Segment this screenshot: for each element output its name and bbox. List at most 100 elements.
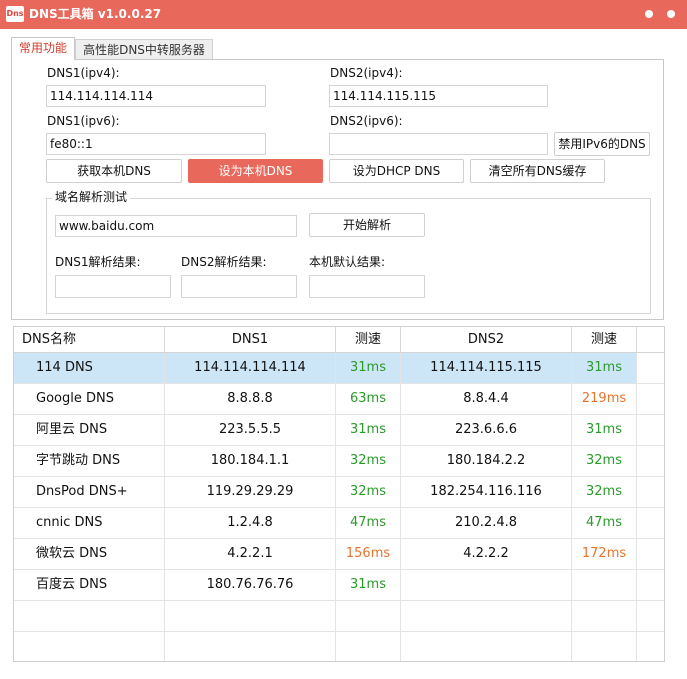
- window-title: DNS工具箱 v1.0.0.27: [29, 7, 162, 21]
- dns1-result-label: DNS1解析结果:: [55, 255, 141, 269]
- speed1-cell: 63ms: [336, 384, 401, 414]
- close-icon[interactable]: [667, 10, 675, 18]
- table-row[interactable]: 字节跳动 DNS 180.184.1.1 32ms 180.184.2.2 32ms: [14, 446, 664, 477]
- row-filler: [637, 508, 664, 538]
- empty-cell: [165, 632, 336, 661]
- empty-cell: [336, 632, 401, 661]
- dns2-cell: [401, 570, 572, 600]
- dns1-ipv6-input[interactable]: fe80::1: [46, 133, 266, 155]
- header-filler: [637, 327, 664, 352]
- dns2-result-field[interactable]: [181, 275, 297, 298]
- dns-name-cell: DnsPod DNS+: [14, 477, 165, 507]
- dns2-cell: 114.114.115.115: [401, 353, 572, 383]
- empty-cell: [165, 601, 336, 631]
- speed2-cell: 219ms: [572, 384, 637, 414]
- row-filler: [637, 601, 664, 631]
- dns-name-cell: 阿里云 DNS: [14, 415, 165, 445]
- dns2-cell: 4.2.2.2: [401, 539, 572, 569]
- title-bar: Dns DNS工具箱 v1.0.0.27: [0, 0, 687, 29]
- speed2-cell: 31ms: [572, 353, 637, 383]
- table-row[interactable]: cnnic DNS 1.2.4.8 47ms 210.2.4.8 47ms: [14, 508, 664, 539]
- dns1-cell: 180.76.76.76: [165, 570, 336, 600]
- dns-name-cell: Google DNS: [14, 384, 165, 414]
- dns2-cell: 182.254.116.116: [401, 477, 572, 507]
- table-body: 114 DNS 114.114.114.114 31ms 114.114.115.11…: [14, 353, 664, 661]
- dns2-ipv6-label: DNS2(ipv6):: [330, 114, 403, 128]
- start-resolve-button[interactable]: 开始解析: [309, 213, 425, 237]
- tab-dns-relay-server[interactable]: 高性能DNS中转服务器: [75, 39, 213, 59]
- row-filler: [637, 353, 664, 383]
- header-speed1[interactable]: 测速: [336, 327, 401, 352]
- set-dhcp-dns-button[interactable]: 设为DHCP DNS: [329, 159, 464, 183]
- dns2-result-label: DNS2解析结果:: [181, 255, 267, 269]
- minimize-icon[interactable]: [645, 10, 653, 18]
- empty-cell: [14, 632, 165, 661]
- dns1-cell: 1.2.4.8: [165, 508, 336, 538]
- speed2-cell: 31ms: [572, 415, 637, 445]
- header-dns1[interactable]: DNS1: [165, 327, 336, 352]
- dns-name-cell: 微软云 DNS: [14, 539, 165, 569]
- row-filler: [637, 477, 664, 507]
- dns-server-table: DNS名称 DNS1 测速 DNS2 测速 114 DNS 114.114.114…: [13, 326, 665, 662]
- dns1-cell: 119.29.29.29: [165, 477, 336, 507]
- dns2-cell: 8.8.4.4: [401, 384, 572, 414]
- table-row[interactable]: [14, 632, 664, 661]
- dns1-cell: 4.2.2.1: [165, 539, 336, 569]
- header-dns2[interactable]: DNS2: [401, 327, 572, 352]
- dns1-ipv4-input[interactable]: 114.114.114.114: [46, 85, 266, 107]
- dns-name-cell: 百度云 DNS: [14, 570, 165, 600]
- table-row[interactable]: [14, 601, 664, 632]
- row-filler: [637, 570, 664, 600]
- dns-name-cell: 114 DNS: [14, 353, 165, 383]
- table-row[interactable]: 阿里云 DNS 223.5.5.5 31ms 223.6.6.6 31ms: [14, 415, 664, 446]
- table-row[interactable]: 114 DNS 114.114.114.114 31ms 114.114.115.11…: [14, 353, 664, 384]
- row-filler: [637, 446, 664, 476]
- dns1-cell: 114.114.114.114: [165, 353, 336, 383]
- speed2-cell: 172ms: [572, 539, 637, 569]
- disable-ipv6-dns-button[interactable]: 禁用IPv6的DNS: [554, 132, 650, 156]
- dns1-ipv4-label: DNS1(ipv4):: [47, 66, 120, 80]
- dns-name-cell: cnnic DNS: [14, 508, 165, 538]
- empty-cell: [572, 632, 637, 661]
- empty-cell: [14, 601, 165, 631]
- table-row[interactable]: DnsPod DNS+ 119.29.29.29 32ms 182.254.116.1…: [14, 477, 664, 508]
- local-result-label: 本机默认结果:: [309, 255, 386, 269]
- header-dns-name[interactable]: DNS名称: [14, 327, 165, 352]
- dns2-ipv4-input[interactable]: 114.114.115.115: [329, 85, 548, 107]
- dns2-ipv6-input[interactable]: [329, 133, 548, 155]
- dns2-cell: 180.184.2.2: [401, 446, 572, 476]
- dns-name-cell: 字节跳动 DNS: [14, 446, 165, 476]
- domain-input[interactable]: www.baidu.com: [55, 215, 297, 237]
- speed1-cell: 32ms: [336, 477, 401, 507]
- resolve-test-title: 域名解析测试: [52, 190, 131, 204]
- table-row[interactable]: 微软云 DNS 4.2.2.1 156ms 4.2.2.2 172ms: [14, 539, 664, 570]
- speed2-cell: 32ms: [572, 477, 637, 507]
- row-filler: [637, 632, 664, 661]
- dns1-cell: 8.8.8.8: [165, 384, 336, 414]
- set-local-dns-button[interactable]: 设为本机DNS: [188, 159, 323, 183]
- header-speed2[interactable]: 测速: [572, 327, 637, 352]
- row-filler: [637, 539, 664, 569]
- table-row[interactable]: 百度云 DNS 180.76.76.76 31ms: [14, 570, 664, 601]
- speed1-cell: 31ms: [336, 353, 401, 383]
- dns2-cell: 210.2.4.8: [401, 508, 572, 538]
- dns2-cell: 223.6.6.6: [401, 415, 572, 445]
- dns1-result-field[interactable]: [55, 275, 171, 298]
- dns1-ipv6-label: DNS1(ipv6):: [47, 114, 120, 128]
- get-local-dns-button[interactable]: 获取本机DNS: [46, 159, 182, 183]
- tab-common-functions[interactable]: 常用功能: [11, 37, 75, 60]
- app-logo-icon: Dns: [6, 6, 24, 22]
- dns2-ipv4-label: DNS2(ipv4):: [330, 66, 403, 80]
- local-result-field[interactable]: [309, 275, 425, 298]
- table-header: DNS名称 DNS1 测速 DNS2 测速: [14, 327, 664, 353]
- row-filler: [637, 415, 664, 445]
- table-row[interactable]: Google DNS 8.8.8.8 63ms 8.8.4.4 219ms: [14, 384, 664, 415]
- speed1-cell: 47ms: [336, 508, 401, 538]
- empty-cell: [336, 601, 401, 631]
- clear-dns-cache-button[interactable]: 清空所有DNS缓存: [470, 159, 605, 183]
- empty-cell: [401, 601, 572, 631]
- speed1-cell: 32ms: [336, 446, 401, 476]
- dns1-cell: 180.184.1.1: [165, 446, 336, 476]
- empty-cell: [401, 632, 572, 661]
- speed2-cell: [572, 570, 637, 600]
